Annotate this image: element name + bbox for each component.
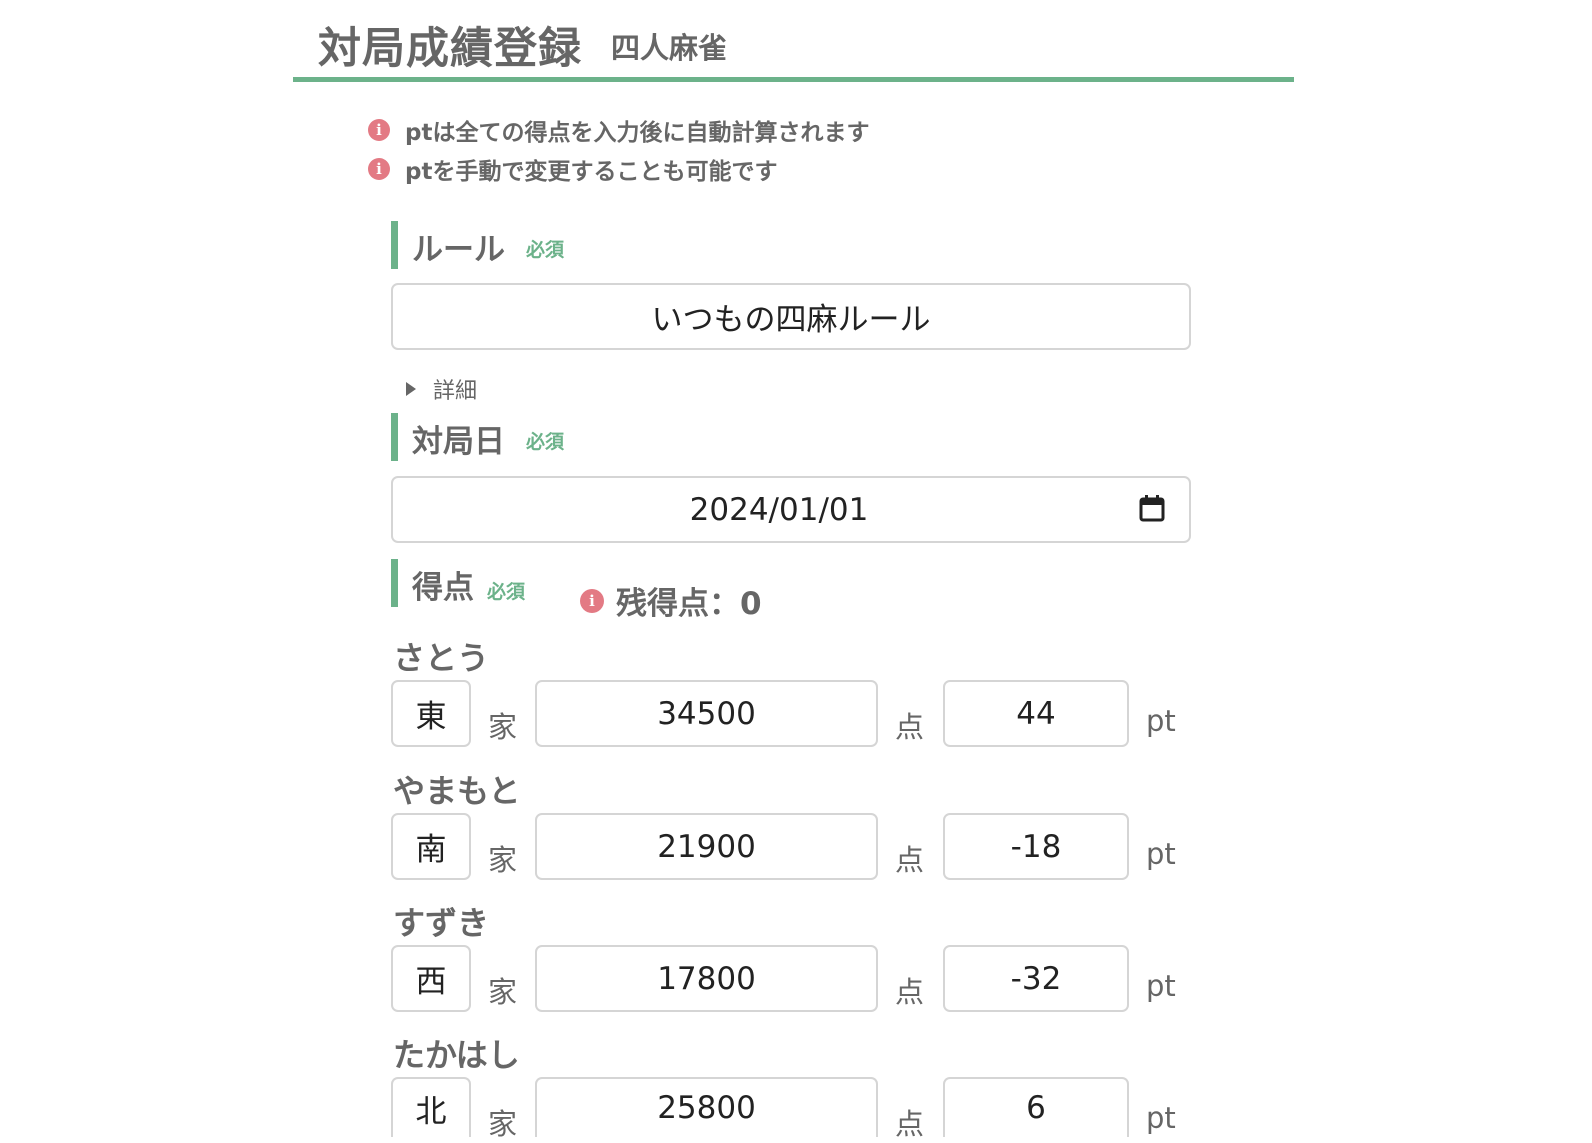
remaining-score-text: 残得点：0 bbox=[616, 586, 762, 622]
rule-select[interactable]: いつもの四麻ルール bbox=[391, 283, 1191, 350]
seat-value: 西 bbox=[415, 964, 447, 1000]
seat-value: 東 bbox=[415, 699, 447, 735]
score-label: 得点 bbox=[412, 570, 474, 606]
section-accent-bar bbox=[391, 559, 398, 607]
player-name: やまもと bbox=[393, 772, 521, 810]
notice-manual-edit: i ptを手動で変更することも可能です bbox=[368, 154, 778, 185]
remaining-score: i 残得点：0 bbox=[580, 578, 762, 623]
rule-select-value: いつもの四麻ルール bbox=[651, 302, 931, 338]
header-divider bbox=[293, 77, 1294, 82]
pt-suffix: pt bbox=[1146, 969, 1176, 1003]
section-accent-bar bbox=[391, 413, 398, 461]
pt-input[interactable]: -32 bbox=[943, 945, 1129, 1012]
notice-text: ptを手動で変更することも可能です bbox=[405, 159, 778, 185]
seat-value: 北 bbox=[415, 1093, 447, 1130]
seat-select[interactable]: 西 bbox=[391, 945, 471, 1012]
score-suffix: 点 bbox=[895, 710, 925, 744]
player-name: すずき bbox=[393, 904, 490, 942]
required-badge: 必須 bbox=[526, 239, 565, 261]
date-input-value: 2024/01/01 bbox=[689, 491, 869, 528]
info-icon: i bbox=[368, 119, 390, 141]
pt-input[interactable]: -18 bbox=[943, 813, 1129, 880]
score-value: 17800 bbox=[657, 960, 756, 997]
calendar-icon[interactable] bbox=[1139, 494, 1165, 522]
seat-select[interactable]: 北 bbox=[391, 1077, 471, 1137]
rule-details-toggle[interactable]: 詳細 bbox=[406, 373, 477, 405]
notice-text: ptは全ての得点を入力後に自動計算されます bbox=[405, 120, 870, 146]
score-input[interactable]: 17800 bbox=[535, 945, 878, 1012]
seat-select[interactable]: 東 bbox=[391, 680, 471, 747]
score-input[interactable]: 34500 bbox=[535, 680, 878, 747]
pt-input[interactable]: 6 bbox=[943, 1077, 1129, 1137]
seat-suffix: 家 bbox=[488, 843, 518, 877]
pt-suffix: pt bbox=[1146, 837, 1176, 871]
score-suffix: 点 bbox=[895, 975, 925, 1009]
player-name: たかはし bbox=[393, 1036, 520, 1074]
player-name: さとう bbox=[393, 639, 490, 677]
pt-suffix: pt bbox=[1146, 704, 1176, 738]
page-header: 対局成績登録 四人麻雀 bbox=[293, 0, 1294, 82]
score-value: 34500 bbox=[657, 695, 756, 732]
page-title: 対局成績登録 bbox=[318, 24, 582, 74]
seat-suffix: 家 bbox=[488, 710, 518, 744]
seat-value: 南 bbox=[415, 832, 447, 868]
page-subtitle: 四人麻雀 bbox=[611, 31, 728, 65]
score-suffix: 点 bbox=[895, 843, 925, 877]
pt-value: -18 bbox=[1010, 828, 1062, 865]
score-input[interactable]: 21900 bbox=[535, 813, 878, 880]
seat-suffix: 家 bbox=[488, 975, 518, 1009]
info-icon: i bbox=[580, 588, 604, 613]
details-label: 詳細 bbox=[433, 379, 478, 404]
pt-value: 6 bbox=[1026, 1090, 1046, 1126]
info-icon: i bbox=[368, 158, 390, 180]
pt-input[interactable]: 44 bbox=[943, 680, 1129, 747]
seat-select[interactable]: 南 bbox=[391, 813, 471, 880]
section-accent-bar bbox=[391, 221, 398, 269]
required-badge: 必須 bbox=[487, 581, 526, 603]
score-value: 21900 bbox=[657, 828, 756, 865]
pt-suffix: pt bbox=[1146, 1101, 1176, 1135]
required-badge: 必須 bbox=[526, 431, 565, 453]
date-input[interactable]: 2024/01/01 bbox=[391, 476, 1191, 543]
score-input[interactable]: 25800 bbox=[535, 1077, 878, 1137]
date-label: 対局日 bbox=[412, 424, 505, 460]
rule-label: ルール bbox=[412, 232, 505, 268]
score-value: 25800 bbox=[657, 1090, 756, 1126]
notice-auto-calc: i ptは全ての得点を入力後に自動計算されます bbox=[368, 115, 870, 146]
pt-value: 44 bbox=[1016, 695, 1056, 732]
triangle-right-icon bbox=[406, 382, 416, 396]
pt-value: -32 bbox=[1010, 960, 1062, 997]
